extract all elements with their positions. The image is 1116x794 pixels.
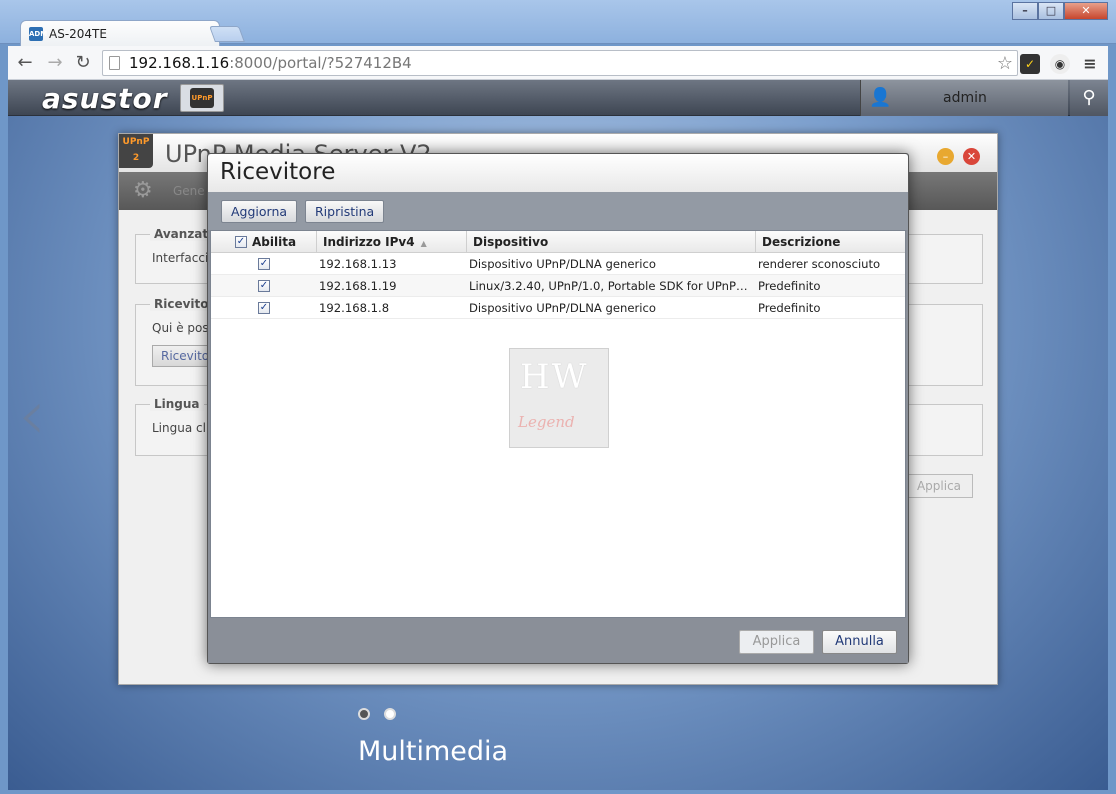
prev-page-arrow-icon[interactable]: ‹ [18,380,46,450]
bookmark-star-icon[interactable]: ☆ [997,52,1013,76]
upnp-app-icon: UPnP 2 [119,134,153,168]
page-dots [358,708,396,720]
cell-ipv4: 192.168.1.8 [319,301,390,315]
watermark-top: HW [520,357,589,397]
section-text: Interfacci [152,251,209,265]
row-enable-checkbox[interactable]: ✓ [258,280,270,292]
browser-toolbar: ← → ↻ 192.168.1.16:8000/portal/?527412B4… [8,46,1108,80]
close-window-button[interactable]: ✕ [1064,2,1108,20]
page-dot-1[interactable] [358,708,370,720]
cell-device: Dispositivo UPnP/DLNA generico [469,257,656,271]
username: admin [943,90,987,106]
minimize-app-icon[interactable]: – [937,148,954,165]
col-device-label: Dispositivo [473,235,549,249]
cell-description: Predefinito [758,301,821,315]
user-menu[interactable]: 👤 admin [860,80,1068,116]
extension-off-icon[interactable]: ◉ [1050,54,1070,74]
menu-general[interactable]: Gene [173,184,205,198]
maximize-button[interactable]: □ [1038,2,1064,20]
apply-button-background[interactable]: Applica [905,474,973,498]
reload-icon[interactable]: ↻ [72,52,94,74]
row-enable-checkbox[interactable]: ✓ [258,258,270,270]
col-enable[interactable]: ✓ Abilita [211,231,317,253]
table-row[interactable]: ✓ 192.168.1.8 Dispositivo UPnP/DLNA gene… [211,297,905,319]
upnp-app-icon: UPnP [190,88,214,108]
browser-tab[interactable]: ADM AS-204TE [20,20,220,46]
user-icon: 👤 [869,87,892,108]
section-legend: Avanzat [150,227,213,241]
table-row[interactable]: ✓ 192.168.1.13 Dispositivo UPnP/DLNA gen… [211,253,905,275]
back-icon[interactable]: ← [14,52,36,74]
refresh-button[interactable]: Aggiorna [221,200,298,223]
taskbar-upnp-app[interactable]: UPnP [180,84,224,112]
category-label: Multimedia [358,736,509,767]
dialog-title: Ricevitore [220,159,336,185]
reset-button[interactable]: Ripristina [305,200,385,223]
page-dot-2[interactable] [384,708,396,720]
menu-icon[interactable]: ≡ [1080,54,1100,74]
section-text: Lingua cl [152,421,206,435]
minimize-button[interactable]: – [1012,2,1038,20]
hwlegend-watermark-logo: HW Legend [509,348,609,448]
cell-ipv4: 192.168.1.19 [319,279,397,293]
asustor-logo: asustor [42,82,168,115]
address-bar[interactable]: 192.168.1.16:8000/portal/?527412B4 ☆ [102,50,1018,76]
gear-icon: ⚙ [133,178,153,203]
col-ipv4-label: Indirizzo IPv4 [323,235,415,249]
close-app-icon[interactable]: ✕ [963,148,980,165]
dialog-toolbar: Aggiorna Ripristina [208,192,908,230]
cell-device: Linux/3.2.40, UPnP/1.0, Portable SDK for… [469,279,751,293]
receiver-dialog: Ricevitore Aggiorna Ripristina ✓ Abilita… [207,153,909,664]
cell-description: Predefinito [758,279,821,293]
cell-device: Dispositivo UPnP/DLNA generico [469,301,656,315]
col-device[interactable]: Dispositivo [467,231,756,253]
extension-check-icon[interactable]: ✓ [1020,54,1040,74]
cancel-button[interactable]: Annulla [822,630,897,654]
col-ipv4[interactable]: Indirizzo IPv4 ▲ [317,231,467,253]
sort-asc-icon: ▲ [420,239,427,248]
section-legend: Ricevito [150,297,213,311]
new-tab-button[interactable] [209,26,245,42]
apply-button[interactable]: Applica [739,630,814,654]
watermark-bottom: Legend [518,413,575,431]
col-description-label: Descrizione [762,235,841,249]
tab-title: AS-204TE [49,26,107,41]
grid-header: ✓ Abilita Indirizzo IPv4 ▲ Dispositivo De… [211,231,905,253]
col-enable-label: Abilita [252,235,297,249]
section-legend: Lingua [150,397,204,411]
search-icon[interactable]: ⚲ [1070,80,1108,116]
row-enable-checkbox[interactable]: ✓ [258,302,270,314]
dialog-header: Ricevitore [208,154,908,192]
adm-favicon-icon: ADM [29,26,47,41]
receiver-grid: ✓ Abilita Indirizzo IPv4 ▲ Dispositivo De… [210,230,906,618]
url-path: :8000/portal/?527412B4 [229,54,412,72]
col-description[interactable]: Descrizione [756,231,905,253]
cell-ipv4: 192.168.1.13 [319,257,397,271]
select-all-checkbox[interactable]: ✓ [235,236,247,248]
page-icon [109,56,120,70]
nas-topbar: asustor UPnP 👤 admin ⚲ [8,80,1108,116]
cell-description: renderer sconosciuto [758,257,881,271]
section-text: Qui è pos [152,321,209,335]
window-controls: – □ ✕ [1012,2,1108,20]
url-host: 192.168.1.16 [129,54,230,72]
table-row[interactable]: ✓ 192.168.1.19 Linux/3.2.40, UPnP/1.0, P… [211,275,905,297]
forward-icon[interactable]: → [44,52,66,74]
dialog-footer: Applica Annulla [208,620,908,663]
